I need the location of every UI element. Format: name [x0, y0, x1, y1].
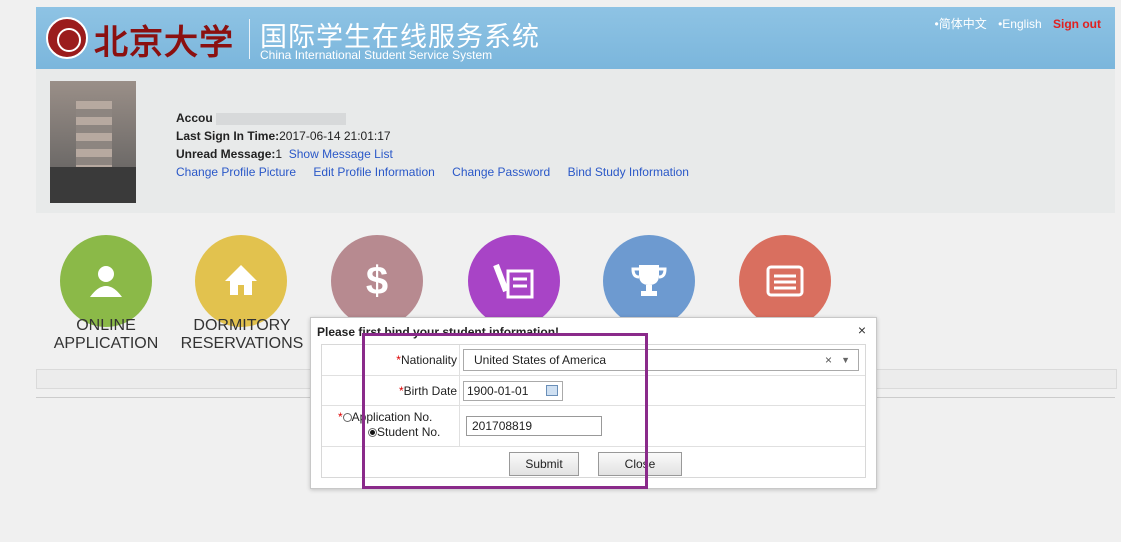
module-label-line1: ONLINE — [76, 317, 136, 334]
unread-label: Unread Message: — [176, 147, 276, 161]
sign-out-link[interactable]: Sign out — [1053, 17, 1101, 31]
module-forms[interactable] — [468, 235, 560, 327]
list-icon — [766, 265, 804, 297]
profile-info: Accou Last Sign In Time:2017-06-14 21:01… — [176, 109, 703, 181]
application-no-radio[interactable] — [342, 413, 352, 423]
lang-english-link[interactable]: •English — [998, 17, 1042, 31]
module-list[interactable] — [739, 235, 831, 327]
user-icon — [90, 266, 122, 297]
avatar-body — [50, 167, 136, 203]
module-label-online-application: ONLINE APPLICATION — [36, 317, 176, 353]
bind-study-information-link[interactable]: Bind Study Information — [568, 165, 689, 179]
profile-panel: Accou Last Sign In Time:2017-06-14 21:01… — [36, 69, 1115, 213]
system-title-en: China International Student Service Syst… — [260, 48, 493, 62]
form-icon — [493, 263, 534, 299]
module-label-dormitory: DORMITORY RESERVATIONS — [172, 317, 312, 353]
module-fees[interactable]: $ — [331, 235, 423, 327]
last-sign-in-value: 2017-06-14 21:01:17 — [279, 129, 391, 143]
account-label: Accou — [176, 111, 213, 125]
header-banner: 北京大学 国际学生在线服务系统 China International Stud… — [36, 7, 1115, 69]
avatar[interactable] — [50, 81, 136, 203]
trophy-icon — [631, 265, 667, 296]
required-mark: * — [338, 410, 343, 424]
unread-count: 1 — [275, 147, 283, 161]
avatar-face-blurred — [76, 101, 112, 171]
module-awards[interactable] — [603, 235, 695, 327]
unread-line: Unread Message:1 Show Message List — [176, 145, 703, 163]
module-label-line1: DORMITORY — [193, 317, 291, 334]
profile-links: Change Profile Picture Edit Profile Info… — [176, 163, 703, 181]
dialog-close-icon[interactable]: × — [858, 322, 866, 338]
lang-chinese-link[interactable]: •简体中文 — [935, 17, 987, 31]
logo-divider — [249, 19, 250, 59]
university-seal-logo — [46, 17, 88, 59]
show-message-list-link[interactable]: Show Message List — [289, 147, 393, 161]
home-icon — [225, 265, 257, 295]
chevron-down-icon[interactable]: ▼ — [841, 350, 850, 370]
account-value-blurred — [216, 112, 347, 125]
module-label-line2: APPLICATION — [53, 335, 159, 352]
dollar-icon: $ — [365, 259, 389, 303]
change-password-link[interactable]: Change Password — [452, 165, 550, 179]
module-online-application[interactable] — [60, 235, 152, 327]
university-logo-text: 北京大学 — [94, 23, 234, 63]
change-profile-picture-link[interactable]: Change Profile Picture — [176, 165, 296, 179]
module-dormitory[interactable] — [195, 235, 287, 327]
last-sign-in-line: Last Sign In Time:2017-06-14 21:01:17 — [176, 127, 703, 145]
edit-profile-link[interactable]: Edit Profile Information — [313, 165, 434, 179]
module-label-line2: RESERVATIONS — [180, 335, 304, 352]
account-line: Accou — [176, 109, 703, 127]
top-links: •简体中文 •English Sign out — [927, 15, 1101, 32]
highlight-box — [362, 333, 648, 489]
clear-icon[interactable]: × — [825, 350, 832, 370]
last-sign-in-label: Last Sign In Time: — [176, 129, 280, 143]
